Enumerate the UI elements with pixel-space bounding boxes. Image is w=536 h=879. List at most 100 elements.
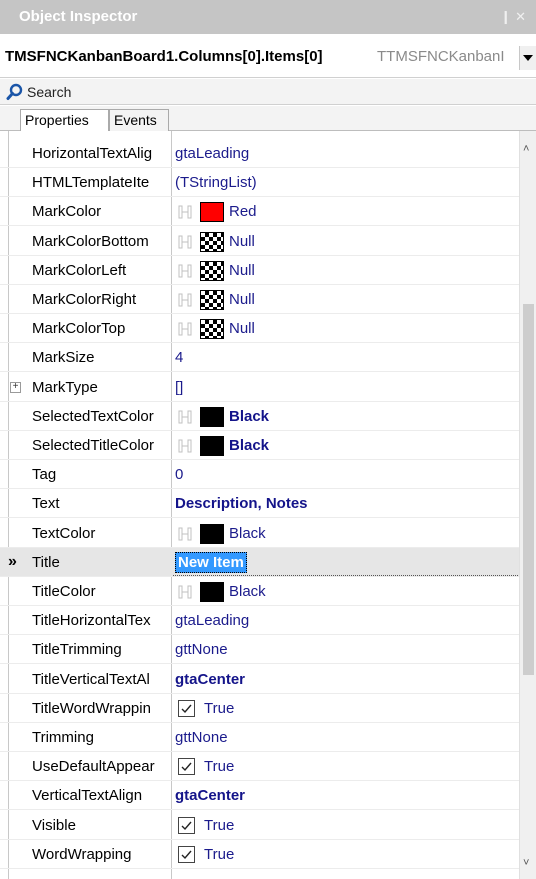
- color-picker-icon[interactable]: [178, 235, 192, 249]
- checkbox[interactable]: [178, 845, 195, 863]
- property-row[interactable]: HorizontalTextAlig gtaLeading: [0, 139, 519, 168]
- property-row[interactable]: MarkColorTop Null: [0, 314, 519, 344]
- property-row[interactable]: MarkColorLeft Null: [0, 256, 519, 285]
- property-value[interactable]: 4: [175, 349, 183, 366]
- property-value[interactable]: Null: [229, 320, 255, 337]
- property-value[interactable]: Black: [229, 525, 266, 542]
- property-row[interactable]: » Title New Item: [0, 547, 519, 577]
- checkbox[interactable]: [178, 758, 195, 776]
- color-picker-icon[interactable]: [178, 439, 192, 453]
- property-value[interactable]: True: [204, 817, 234, 834]
- property-value[interactable]: gttNone: [175, 641, 228, 658]
- color-picker-icon[interactable]: [178, 527, 192, 541]
- vertical-scrollbar[interactable]: ˄ ˅: [519, 131, 536, 879]
- property-name: HTMLTemplateIte: [32, 174, 150, 192]
- property-value[interactable]: gtaCenter: [175, 671, 245, 688]
- property-row[interactable]: MarkColorBottom Null: [0, 227, 519, 256]
- property-name: MarkSize: [32, 349, 95, 367]
- color-picker-icon[interactable]: [178, 264, 192, 278]
- property-value[interactable]: True: [204, 846, 234, 863]
- color-picker-icon[interactable]: [178, 585, 192, 599]
- property-row[interactable]: WordWrapping True: [0, 840, 519, 869]
- property-value[interactable]: Black: [229, 583, 266, 600]
- property-row[interactable]: SelectedTextColor Black: [0, 402, 519, 431]
- title-bar-buttons: ❙✕: [500, 9, 530, 25]
- color-swatch: [200, 290, 224, 310]
- property-name: HorizontalTextAlig: [32, 145, 153, 162]
- close-icon[interactable]: ✕: [515, 9, 530, 24]
- checkbox[interactable]: [178, 816, 195, 834]
- property-row[interactable]: Text Description, Notes: [0, 489, 519, 519]
- property-value[interactable]: True: [204, 758, 234, 775]
- chevron-down-icon: [523, 55, 533, 61]
- color-swatch: [200, 260, 224, 281]
- property-row[interactable]: TitleHorizontalTex gtaLeading: [0, 606, 519, 636]
- property-name: TitleWordWrappin: [32, 699, 151, 717]
- property-value[interactable]: Null: [229, 233, 255, 250]
- search-box[interactable]: Search: [0, 79, 536, 105]
- object-selector[interactable]: TMSFNCKanbanBoard1.Columns[0].Items[0] T…: [0, 34, 536, 78]
- color-swatch: [200, 231, 224, 252]
- property-row[interactable]: + MarkType []: [0, 373, 519, 402]
- color-picker-icon[interactable]: [178, 293, 192, 307]
- property-row[interactable]: Tag 0: [0, 460, 519, 490]
- property-row[interactable]: TitleTrimming gttNone: [0, 635, 519, 665]
- property-row[interactable]: TitleColor Black: [0, 577, 519, 606]
- tab-events[interactable]: Events: [109, 109, 169, 131]
- search-icon: [6, 83, 23, 100]
- property-row[interactable]: VerticalTextAlign gtaCenter: [0, 781, 519, 811]
- property-name: Visible: [32, 816, 76, 834]
- property-value[interactable]: Black: [229, 437, 269, 454]
- expand-icon[interactable]: +: [10, 381, 21, 393]
- property-name: MarkColorTop: [32, 320, 126, 338]
- scroll-up-icon[interactable]: ˄: [523, 143, 529, 155]
- property-row[interactable]: Visible True: [0, 811, 519, 840]
- property-value[interactable]: (TStringList): [175, 174, 257, 191]
- property-row[interactable]: SelectedTitleColor Black: [0, 431, 519, 460]
- color-swatch: [200, 582, 224, 602]
- property-value[interactable]: Null: [229, 291, 255, 308]
- property-name: TitleColor: [32, 583, 96, 600]
- property-row[interactable]: MarkSize 4: [0, 343, 519, 373]
- property-row[interactable]: HTMLTemplateIte (TStringList): [0, 168, 519, 198]
- property-row[interactable]: TitleWordWrappin True: [0, 694, 519, 723]
- property-row[interactable]: MarkColorRight Null: [0, 285, 519, 314]
- property-value[interactable]: 0: [175, 466, 183, 483]
- checkbox[interactable]: [178, 699, 195, 717]
- property-grid: HorizontalTextAlig gtaLeading HTMLTemplate…: [0, 131, 536, 879]
- tab-properties[interactable]: Properties: [20, 109, 109, 132]
- object-type: TTMSFNCKanbanI: [377, 48, 505, 65]
- property-value[interactable]: True: [204, 700, 234, 717]
- property-name: Tag: [32, 466, 57, 484]
- property-name: TitleTrimming: [32, 641, 122, 659]
- property-value[interactable]: Null: [229, 262, 255, 279]
- property-value[interactable]: gtaLeading: [175, 145, 249, 162]
- property-value[interactable]: []: [175, 379, 183, 396]
- property-value[interactable]: gttNone: [175, 729, 228, 746]
- color-picker-icon[interactable]: [178, 205, 192, 219]
- property-row[interactable]: Trimming gttNone: [0, 723, 519, 752]
- property-value[interactable]: Black: [229, 408, 269, 425]
- scrollbar-thumb[interactable]: [523, 304, 534, 676]
- property-value[interactable]: gtaCenter: [175, 787, 245, 804]
- property-value-editor[interactable]: New Item: [175, 551, 247, 573]
- property-row[interactable]: TextColor Black: [0, 519, 519, 548]
- scroll-down-icon[interactable]: ˅: [523, 857, 529, 869]
- property-name: SelectedTitleColor: [32, 437, 154, 454]
- property-name: Title: [32, 553, 60, 571]
- property-row[interactable]: UseDefaultAppear True: [0, 752, 519, 782]
- color-picker-icon[interactable]: [178, 410, 192, 424]
- property-name: MarkColorBottom: [32, 232, 149, 250]
- pin-icon[interactable]: ❙: [500, 9, 515, 24]
- property-value[interactable]: Red: [229, 203, 257, 220]
- color-swatch: [200, 523, 224, 544]
- property-name: MarkColor: [32, 203, 102, 221]
- property-value[interactable]: Description, Notes: [175, 495, 308, 512]
- property-name: VerticalTextAlign: [32, 787, 143, 805]
- editor-underline: [173, 574, 518, 576]
- property-row[interactable]: MarkColor Red: [0, 197, 519, 227]
- property-value[interactable]: gtaLeading: [175, 612, 249, 629]
- color-picker-icon[interactable]: [178, 322, 192, 336]
- object-selector-dropdown-button[interactable]: [519, 46, 536, 70]
- property-row[interactable]: TitleVerticalTextAl gtaCenter: [0, 665, 519, 694]
